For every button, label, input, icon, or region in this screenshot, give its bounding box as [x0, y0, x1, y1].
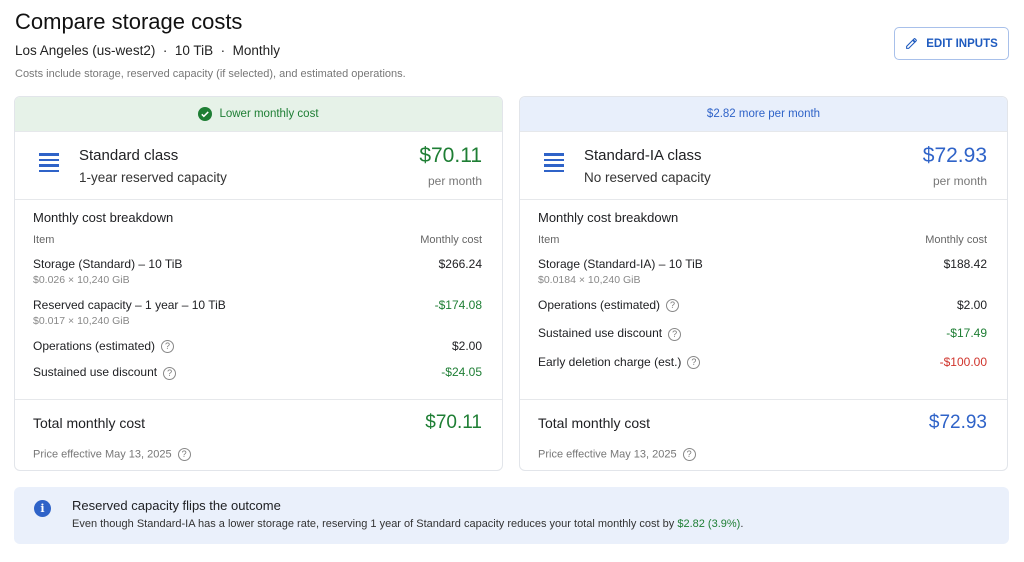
row-detail: $0.017 × 10,240 GiB	[33, 315, 130, 327]
total-label: Total monthly cost	[33, 415, 146, 431]
info-title: Reserved capacity flips the outcome	[72, 498, 281, 513]
cost-note: Costs include storage, reserved capacity…	[15, 68, 406, 80]
monthly-price: $70.11	[419, 144, 482, 167]
summary-line: Los Angeles (us-west2) · 10 TiB · Monthl…	[15, 43, 280, 58]
cost-row: Storage (Standard) – 10 TiB $0.026 × 10,2…	[33, 257, 482, 286]
row-label: Operations (estimated)	[33, 339, 156, 353]
period: Monthly	[232, 43, 280, 58]
col-cost: Monthly cost	[925, 234, 987, 246]
pencil-icon	[906, 38, 918, 49]
help-icon[interactable]: ?	[687, 355, 701, 369]
cost-row: Operations (estimated)? $2.00	[33, 339, 482, 354]
more-cost-banner: $2.82 more per month	[520, 97, 1007, 132]
breakdown-title: Monthly cost breakdown	[33, 210, 174, 225]
check-circle-icon	[198, 107, 213, 121]
help-icon[interactable]: ?	[163, 366, 177, 380]
cost-row: Sustained use discount? -$17.49	[538, 326, 987, 341]
price-effective: Price effective May 13, 2025	[33, 448, 172, 461]
edit-inputs-label: EDIT INPUTS	[926, 37, 998, 50]
info-icon: i	[34, 500, 51, 517]
breakdown-title: Monthly cost breakdown	[538, 210, 679, 225]
class-name: Standard class	[79, 147, 179, 164]
per-month: per month	[932, 174, 987, 188]
info-callout: i Reserved capacity flips the outcome Ev…	[14, 487, 1009, 544]
row-value: $2.00	[956, 298, 987, 312]
banner-text: $2.82 more per month	[706, 108, 821, 120]
cost-row: Operations (estimated)? $2.00	[538, 298, 987, 313]
separator: ·	[220, 43, 226, 58]
row-label: Storage (Standard-IA) – 10 TiB	[538, 257, 703, 271]
size: 10 TiB	[174, 43, 214, 58]
monthly-price: $72.93	[922, 144, 987, 167]
price-effective: Price effective May 13, 2025	[538, 448, 677, 461]
per-month: per month	[427, 174, 482, 188]
info-body: Even though Standard-IA has a lower stor…	[72, 518, 743, 530]
col-item: Item	[538, 234, 560, 246]
class-name: Standard-IA class	[584, 147, 702, 164]
info-end: .	[740, 518, 744, 530]
row-label: Sustained use discount	[33, 365, 158, 380]
row-detail: $0.0184 × 10,240 GiB	[538, 274, 641, 286]
row-value: -$174.08	[434, 298, 482, 312]
col-cost: Monthly cost	[420, 234, 482, 246]
row-value: $188.42	[943, 257, 987, 271]
cost-row: Reserved capacity – 1 year – 10 TiB $0.01…	[33, 298, 482, 327]
cost-row: Early deletion charge (est.)? -$100.00	[538, 355, 987, 369]
class-desc: 1-year reserved capacity	[79, 170, 227, 185]
row-value: -$17.49	[946, 326, 987, 341]
location: Los Angeles (us-west2)	[15, 43, 156, 58]
banner-text: Lower monthly cost	[219, 108, 319, 120]
lower-cost-banner: Lower monthly cost	[15, 97, 502, 132]
info-text: Even though Standard-IA has a lower stor…	[72, 518, 678, 530]
row-value: -$100.00	[939, 354, 987, 369]
class-desc: No reserved capacity	[584, 170, 711, 185]
row-label: Operations (estimated)	[538, 298, 661, 312]
row-label: Early deletion charge (est.)	[538, 354, 682, 369]
row-label: Sustained use discount	[538, 326, 663, 341]
total-label: Total monthly cost	[538, 415, 651, 431]
separator: ·	[162, 43, 168, 58]
row-label: Reserved capacity – 1 year – 10 TiB	[33, 298, 226, 312]
help-icon[interactable]: ?	[666, 299, 680, 313]
standard-ia-class-card: $2.82 more per month Standard-IA class N…	[519, 96, 1008, 471]
cost-row: Storage (Standard-IA) – 10 TiB $0.0184 × …	[538, 257, 987, 286]
page-title: Compare storage costs	[15, 9, 243, 34]
total-value: $72.93	[928, 412, 987, 433]
col-item: Item	[33, 234, 55, 246]
help-icon[interactable]: ?	[668, 327, 682, 341]
info-savings: $2.82 (3.9%)	[677, 518, 741, 530]
total-value: $70.11	[425, 412, 482, 433]
help-icon[interactable]: ?	[177, 448, 191, 461]
storage-class-icon	[39, 153, 59, 175]
cost-row: Sustained use discount? -$24.05	[33, 365, 482, 380]
row-label: Storage (Standard) – 10 TiB	[33, 257, 183, 271]
row-value: $2.00	[451, 339, 482, 353]
help-icon[interactable]: ?	[682, 448, 696, 461]
storage-class-icon	[544, 153, 564, 175]
standard-class-card: Lower monthly cost Standard class 1-year…	[14, 96, 503, 471]
row-value: -$24.05	[441, 365, 482, 380]
row-value: $266.24	[438, 257, 482, 271]
edit-inputs-button[interactable]: EDIT INPUTS	[894, 27, 1009, 60]
row-detail: $0.026 × 10,240 GiB	[33, 274, 130, 286]
help-icon[interactable]: ?	[161, 340, 175, 354]
